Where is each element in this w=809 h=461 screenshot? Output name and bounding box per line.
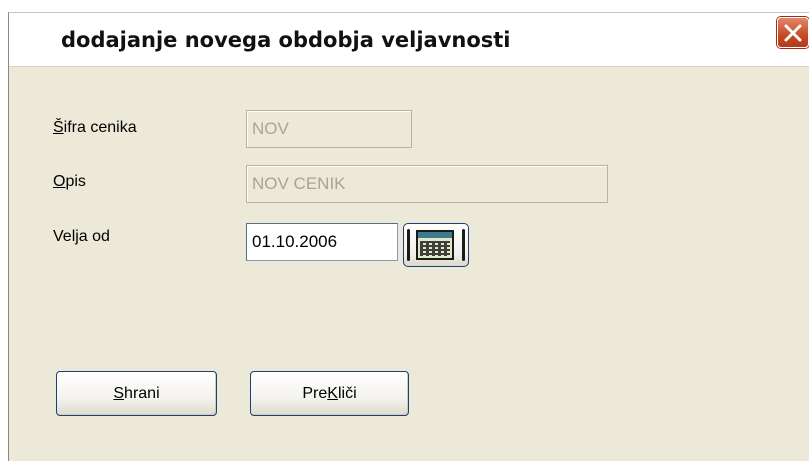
sifra-label: Šifra cenika [53,119,137,136]
close-button[interactable] [777,17,809,48]
sifra-cenika-field[interactable] [246,110,412,148]
save-button[interactable]: Shrani [56,371,217,416]
opis-label: Opis [53,173,86,190]
close-icon [784,24,802,42]
velja-od-label: Velja od [53,228,110,245]
calendar-icon [416,230,454,260]
title-bar: dodajanje novega obdobja veljavnosti [9,13,809,67]
window-title: dodajanje novega obdobja veljavnosti [61,28,511,52]
opis-field[interactable] [246,165,608,203]
dialog-window: dodajanje novega obdobja veljavnosti Šif… [8,12,809,461]
calendar-button[interactable] [403,223,469,267]
cancel-button[interactable]: PreKliči [250,371,409,416]
velja-od-date-field[interactable] [246,223,398,261]
